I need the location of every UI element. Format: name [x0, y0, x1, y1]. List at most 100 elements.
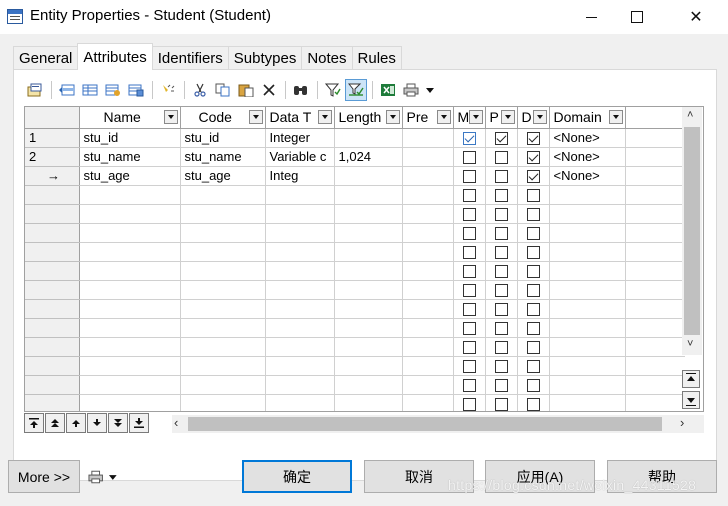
grid-checkbox-cell[interactable]: [517, 242, 550, 262]
grid-cell[interactable]: [334, 242, 403, 262]
grid-cell[interactable]: [265, 299, 335, 319]
grid-cell[interactable]: [265, 375, 335, 395]
grid-cell[interactable]: [79, 375, 181, 395]
checkbox[interactable]: [462, 227, 476, 241]
tab-rules[interactable]: Rules: [351, 46, 402, 70]
move-down-button[interactable]: [87, 413, 107, 433]
column-header-name[interactable]: Name: [79, 107, 181, 129]
scroll-right-icon[interactable]: ›: [680, 415, 684, 430]
reuse-attributes-button[interactable]: [125, 79, 147, 101]
grid-checkbox-cell[interactable]: [485, 185, 518, 205]
checkbox[interactable]: [462, 170, 476, 184]
checkbox[interactable]: [462, 360, 476, 374]
grid-checkbox-cell[interactable]: [485, 280, 518, 300]
row-header[interactable]: 2: [25, 147, 80, 167]
grid-cell[interactable]: [402, 147, 454, 167]
grid-checkbox-cell[interactable]: [453, 147, 486, 167]
grid-cell[interactable]: [549, 261, 626, 281]
checkbox[interactable]: [526, 208, 540, 222]
grid-checkbox-cell[interactable]: [453, 204, 486, 224]
grid-checkbox-cell[interactable]: [517, 375, 550, 395]
grid-cell[interactable]: [625, 318, 685, 338]
grid-cell[interactable]: [79, 356, 181, 376]
paste-button[interactable]: [235, 79, 257, 101]
maximize-button[interactable]: [614, 0, 660, 34]
column-dropdown-icon[interactable]: [248, 110, 263, 124]
grid-cell[interactable]: [180, 261, 266, 281]
column-dropdown-icon[interactable]: [468, 110, 483, 124]
grid-cell[interactable]: [625, 128, 685, 148]
row-header[interactable]: [25, 223, 80, 243]
grid-cell[interactable]: stu_age: [79, 166, 181, 186]
properties-button[interactable]: [24, 79, 46, 101]
grid-cell[interactable]: [549, 337, 626, 357]
grid-checkbox-cell[interactable]: [517, 185, 550, 205]
grid-cell[interactable]: [79, 318, 181, 338]
checkbox[interactable]: [526, 189, 540, 203]
table-row[interactable]: [25, 356, 685, 376]
checkbox[interactable]: [526, 341, 540, 355]
grid-cell[interactable]: [334, 128, 403, 148]
move-row-up-button[interactable]: [682, 370, 700, 388]
grid-cell[interactable]: Integer: [265, 128, 335, 148]
grid-checkbox-cell[interactable]: [453, 128, 486, 148]
grid-checkbox-cell[interactable]: [453, 223, 486, 243]
checkbox[interactable]: [494, 284, 508, 298]
checkbox[interactable]: [526, 284, 540, 298]
grid-cell[interactable]: [334, 261, 403, 281]
grid-cell[interactable]: [334, 280, 403, 300]
grid-cell[interactable]: [402, 299, 454, 319]
grid-cell[interactable]: 1,024: [334, 147, 403, 167]
tab-attributes[interactable]: Attributes: [77, 43, 153, 70]
column-header-precision[interactable]: Pre: [402, 107, 454, 129]
grid-checkbox-cell[interactable]: [453, 356, 486, 376]
row-header[interactable]: [25, 242, 80, 262]
column-dropdown-icon[interactable]: [532, 110, 547, 124]
checkbox[interactable]: [526, 379, 540, 393]
row-header[interactable]: [25, 337, 80, 357]
grid-cell[interactable]: [265, 280, 335, 300]
grid-cell[interactable]: [79, 242, 181, 262]
checkbox[interactable]: [526, 303, 540, 317]
row-header[interactable]: [25, 318, 80, 338]
checkbox[interactable]: [494, 132, 508, 146]
grid-checkbox-cell[interactable]: [517, 356, 550, 376]
checkbox[interactable]: [462, 379, 476, 393]
grid-checkbox-cell[interactable]: [485, 299, 518, 319]
more-button[interactable]: More >>: [8, 460, 80, 493]
grid-cell[interactable]: [334, 204, 403, 224]
grid-cell[interactable]: stu_id: [79, 128, 181, 148]
grid-checkbox-cell[interactable]: [453, 375, 486, 395]
grid-cell[interactable]: stu_id: [180, 128, 266, 148]
tab-notes[interactable]: Notes: [301, 46, 353, 70]
vertical-scroll-thumb[interactable]: [684, 127, 700, 335]
vertical-scrollbar[interactable]: [682, 107, 702, 355]
grid-cell[interactable]: [625, 242, 685, 262]
grid-cell[interactable]: [334, 223, 403, 243]
grid-cell[interactable]: stu_age: [180, 166, 266, 186]
tab-identifiers[interactable]: Identifiers: [151, 46, 229, 70]
grid-cell[interactable]: [402, 280, 454, 300]
checkbox[interactable]: [462, 151, 476, 165]
horizontal-scroll-thumb[interactable]: [188, 417, 662, 431]
checkbox[interactable]: [462, 189, 476, 203]
checkbox[interactable]: [462, 246, 476, 260]
grid-cell[interactable]: [334, 394, 403, 411]
checkbox[interactable]: [526, 132, 540, 146]
grid-cell[interactable]: Variable c: [265, 147, 335, 167]
grid-cell[interactable]: [402, 375, 454, 395]
checkbox[interactable]: [462, 132, 476, 146]
cut-button[interactable]: [189, 79, 211, 101]
grid-cell[interactable]: [549, 375, 626, 395]
checkbox[interactable]: [494, 322, 508, 336]
grid-cell[interactable]: [79, 337, 181, 357]
column-header-displayed[interactable]: D: [517, 107, 550, 129]
column-header-primary[interactable]: P: [485, 107, 518, 129]
grid-checkbox-cell[interactable]: [453, 261, 486, 281]
grid-cell[interactable]: [265, 204, 335, 224]
checkbox[interactable]: [526, 151, 540, 165]
grid-cell[interactable]: [549, 394, 626, 411]
grid-cell[interactable]: [549, 185, 626, 205]
grid-cell[interactable]: [402, 318, 454, 338]
checkbox[interactable]: [526, 170, 540, 184]
